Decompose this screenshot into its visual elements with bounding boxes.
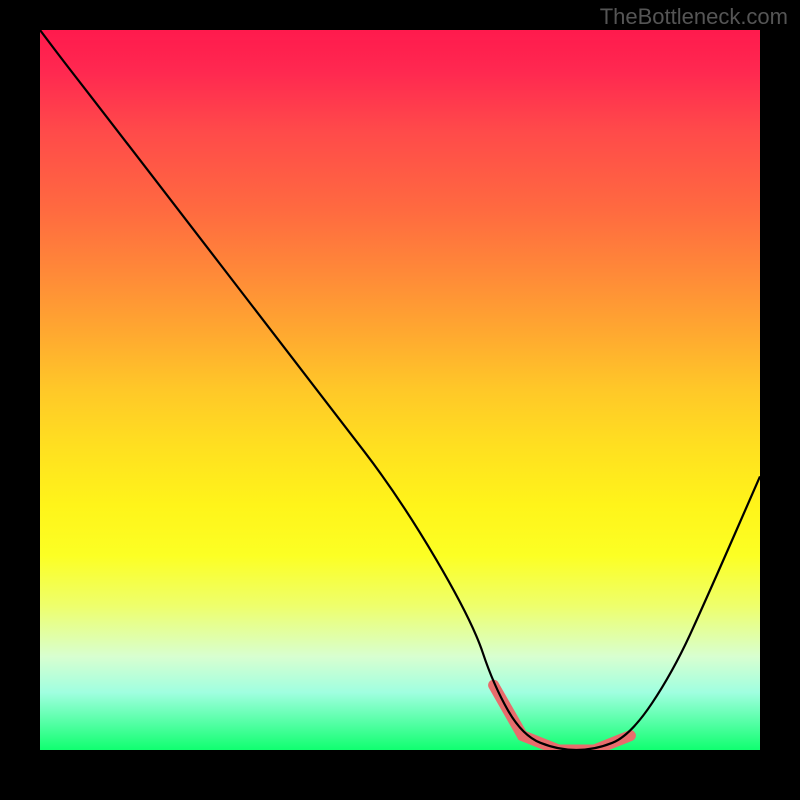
curve-line: [40, 30, 760, 750]
chart-plot-area: [40, 30, 760, 750]
chart-svg: [40, 30, 760, 750]
highlight-segment: [494, 685, 631, 750]
watermark-text: TheBottleneck.com: [600, 4, 788, 30]
